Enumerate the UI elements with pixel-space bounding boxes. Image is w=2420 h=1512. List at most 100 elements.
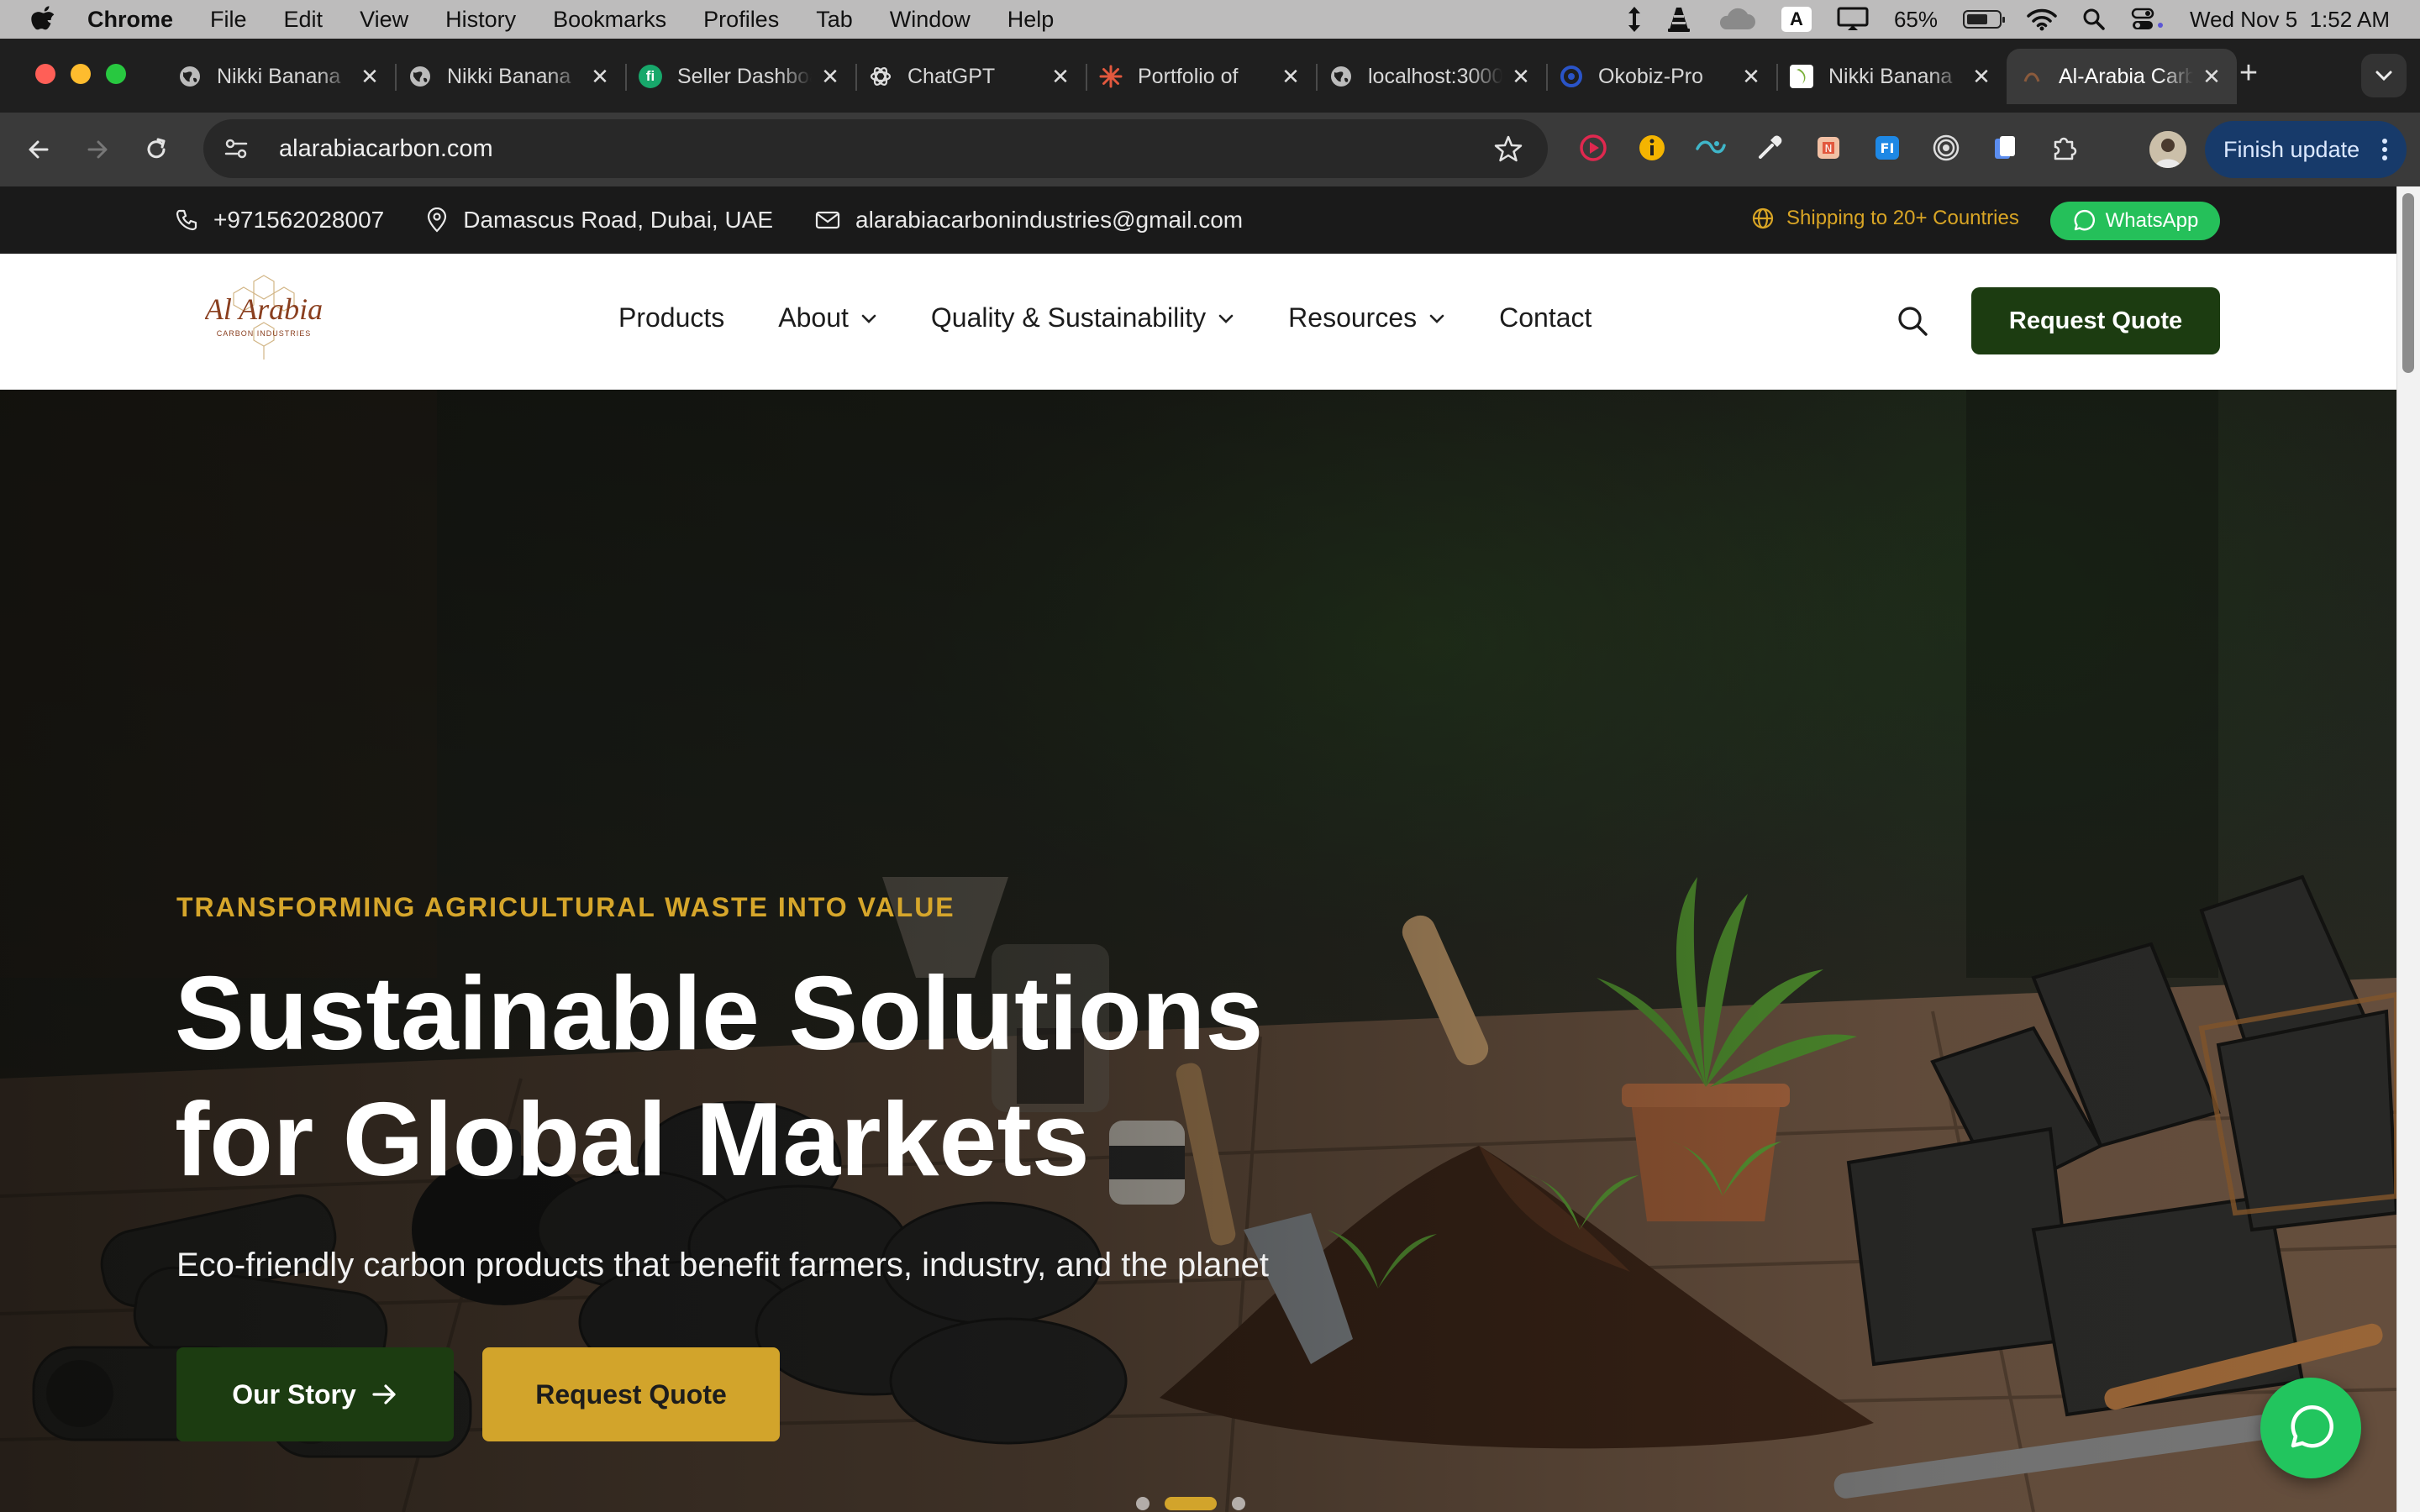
more-menu-icon[interactable] xyxy=(2381,138,2388,167)
asterisk-icon xyxy=(1099,65,1123,88)
control-center-icon[interactable] xyxy=(2131,7,2165,32)
arrow-right-icon xyxy=(372,1384,396,1404)
chat-widget-button[interactable] xyxy=(2260,1378,2361,1478)
address-bar[interactable]: alarabiacarbon.com xyxy=(203,119,1548,178)
close-tab-icon[interactable]: ✕ xyxy=(2202,64,2222,90)
tab-nikki-banana-3[interactable]: Nikki Banana ✕ xyxy=(1776,49,2007,104)
chevron-down-icon xyxy=(1429,314,1444,323)
hero-subheadline: Eco-friendly carbon products that benefi… xyxy=(176,1247,1269,1284)
nav-resources[interactable]: Resources xyxy=(1288,302,1445,333)
nav-label: Products xyxy=(618,302,725,333)
close-tab-icon[interactable]: ✕ xyxy=(1511,64,1531,90)
close-tab-icon[interactable]: ✕ xyxy=(590,64,610,90)
profile-avatar[interactable] xyxy=(2149,131,2186,168)
menu-bookmarks[interactable]: Bookmarks xyxy=(553,7,666,33)
clock[interactable]: Wed Nov 5 1:52 AM xyxy=(2190,7,2390,33)
info-extension-icon[interactable] xyxy=(1634,129,1670,166)
tab-al-arabia[interactable]: Al-Arabia Carbon ✕ xyxy=(2007,49,2237,104)
close-tab-icon[interactable]: ✕ xyxy=(1050,64,1071,90)
menu-view[interactable]: View xyxy=(360,7,408,33)
menu-window[interactable]: Window xyxy=(890,7,971,33)
hero-headline-line-1: Sustainable Solutions xyxy=(175,956,1264,1072)
address-contact[interactable]: Damascus Road, Dubai, UAE xyxy=(426,207,773,234)
close-tab-icon[interactable]: ✕ xyxy=(360,64,380,90)
our-story-label: Our Story xyxy=(232,1378,356,1410)
fullscreen-window-button[interactable] xyxy=(106,64,126,84)
docs-extension-icon[interactable] xyxy=(1986,129,2023,166)
back-button[interactable] xyxy=(20,131,57,168)
dictionary-extension-icon[interactable]: N xyxy=(1810,129,1847,166)
cloud-icon[interactable] xyxy=(1716,8,1756,31)
finish-update-button[interactable]: Finish update xyxy=(2205,121,2407,178)
page-scrollbar[interactable] xyxy=(2396,186,2420,1512)
mail-icon xyxy=(815,211,840,229)
tab-nikki-banana-1[interactable]: Nikki Banana ✕ xyxy=(165,49,395,104)
url-text[interactable]: alarabiacarbon.com xyxy=(279,135,493,163)
spotlight-search-icon[interactable] xyxy=(2082,8,2106,31)
close-tab-icon[interactable]: ✕ xyxy=(820,64,840,90)
wave-extension-icon[interactable] xyxy=(1692,129,1729,166)
whatsapp-button[interactable]: WhatsApp xyxy=(2050,202,2220,240)
screen-recorder-extension-icon[interactable] xyxy=(1575,129,1612,166)
our-story-button[interactable]: Our Story xyxy=(176,1347,454,1441)
nav-products[interactable]: Products xyxy=(618,302,724,333)
carousel-dot-active[interactable] xyxy=(1165,1497,1217,1510)
close-tab-icon[interactable]: ✕ xyxy=(1971,64,1991,90)
globe-icon xyxy=(178,65,202,88)
carousel-dot[interactable] xyxy=(1136,1497,1150,1510)
site-search-button[interactable] xyxy=(1896,304,1929,338)
carousel-dot[interactable] xyxy=(1232,1497,1245,1510)
globe-icon xyxy=(1329,65,1353,88)
tab-okobiz[interactable]: Okobiz-Pro ✕ xyxy=(1546,49,1776,104)
menu-app-name[interactable]: Chrome xyxy=(87,7,173,33)
nav-label: Resources xyxy=(1288,302,1418,333)
apple-icon[interactable] xyxy=(30,5,64,34)
reload-button[interactable] xyxy=(138,131,175,168)
reload-icon xyxy=(147,138,166,159)
close-tab-icon[interactable]: ✕ xyxy=(1281,64,1301,90)
menu-profiles[interactable]: Profiles xyxy=(703,7,779,33)
menu-edit[interactable]: Edit xyxy=(284,7,324,33)
new-tab-button[interactable]: + xyxy=(2232,55,2265,92)
bookmark-star-icon[interactable] xyxy=(1494,134,1523,167)
close-window-button[interactable] xyxy=(35,64,55,84)
email-contact[interactable]: alarabiacarbonindustries@gmail.com xyxy=(815,207,1243,234)
tab-chatgpt[interactable]: ChatGPT ✕ xyxy=(855,49,1086,104)
nav-quality-sustainability[interactable]: Quality & Sustainability xyxy=(931,302,1234,333)
input-source-icon[interactable]: A xyxy=(1781,7,1812,32)
hero-eyebrow: TRANSFORMING AGRICULTURAL WASTE INTO VAL… xyxy=(176,892,955,922)
close-tab-icon[interactable]: ✕ xyxy=(1741,64,1761,90)
site-info-icon[interactable] xyxy=(222,134,255,163)
menu-tab[interactable]: Tab xyxy=(816,7,853,33)
minimize-window-button[interactable] xyxy=(71,64,91,84)
screen-mirroring-icon[interactable] xyxy=(1837,7,1869,32)
wifi-icon[interactable] xyxy=(2027,8,2057,31)
extensions-puzzle-icon[interactable] xyxy=(2045,129,2082,166)
site-logo[interactable]: Al Arabia CARBON INDUSTRIES xyxy=(203,272,323,365)
alarabia-icon xyxy=(2020,65,2044,88)
menu-help[interactable]: Help xyxy=(1007,7,1055,33)
vlc-cone-icon[interactable] xyxy=(1667,6,1691,33)
fi-extension-icon[interactable]: FI xyxy=(1869,129,1906,166)
tab-portfolio[interactable]: Portfolio of ✕ xyxy=(1086,49,1316,104)
scrollbar-thumb[interactable] xyxy=(2402,193,2414,373)
battery-icon[interactable] xyxy=(1963,10,2006,29)
request-quote-button[interactable]: Request Quote xyxy=(1971,287,2220,354)
menu-history[interactable]: History xyxy=(445,7,516,33)
tab-title: ChatGPT xyxy=(908,64,996,88)
menu-file[interactable]: File xyxy=(210,7,247,33)
color-picker-extension-icon[interactable] xyxy=(1751,129,1788,166)
resize-arrows-icon[interactable] xyxy=(1627,6,1642,33)
map-pin-icon xyxy=(428,207,447,233)
tab-search-button[interactable] xyxy=(2361,54,2407,97)
phone-icon xyxy=(176,209,197,231)
hero-request-quote-button[interactable]: Request Quote xyxy=(482,1347,780,1441)
nav-contact[interactable]: Contact xyxy=(1499,302,1591,333)
target-extension-icon[interactable] xyxy=(1928,129,1965,166)
forward-button[interactable] xyxy=(79,131,116,168)
tab-seller-dashboard[interactable]: fi Seller Dashboard ✕ xyxy=(625,49,855,104)
phone-contact[interactable]: +971562028007 xyxy=(175,207,384,234)
nav-about[interactable]: About xyxy=(778,302,877,333)
tab-nikki-banana-2[interactable]: Nikki Banana ✕ xyxy=(395,49,625,104)
tab-localhost[interactable]: localhost:3000 ✕ xyxy=(1316,49,1546,104)
